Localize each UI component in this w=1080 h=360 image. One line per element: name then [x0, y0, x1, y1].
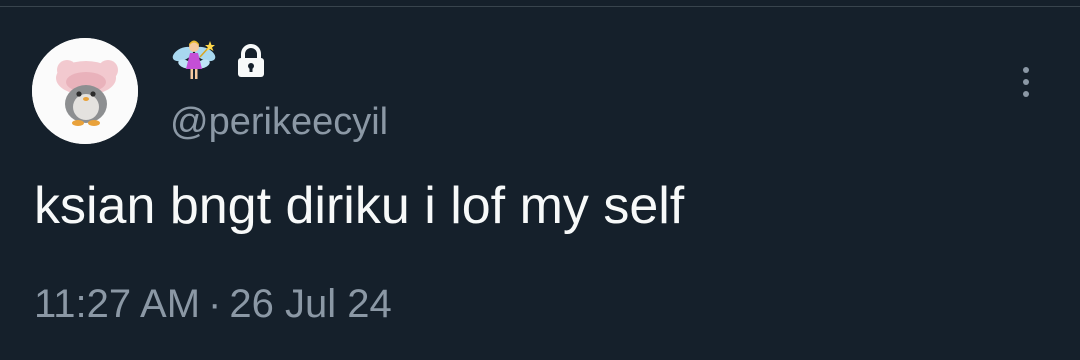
avatar[interactable]	[32, 38, 138, 144]
fairy-emoji-icon	[170, 37, 218, 85]
avatar-image	[32, 38, 138, 144]
vertical-dots-icon	[1023, 67, 1029, 73]
tweet-time[interactable]: 11:27 AM	[34, 280, 200, 328]
top-divider	[0, 6, 1080, 7]
meta-separator: ·	[208, 282, 222, 326]
user-handle[interactable]: @perikeecyil	[170, 100, 388, 144]
lock-icon	[236, 44, 266, 78]
display-name[interactable]	[170, 36, 266, 86]
tweet-timestamp[interactable]: 11:27 AM · 26 Jul 24	[34, 280, 392, 328]
tweet-date[interactable]: 26 Jul 24	[229, 280, 391, 328]
tweet-text: ksian bngt diriku i lof my self	[34, 177, 685, 235]
more-options-button[interactable]	[1008, 60, 1044, 104]
